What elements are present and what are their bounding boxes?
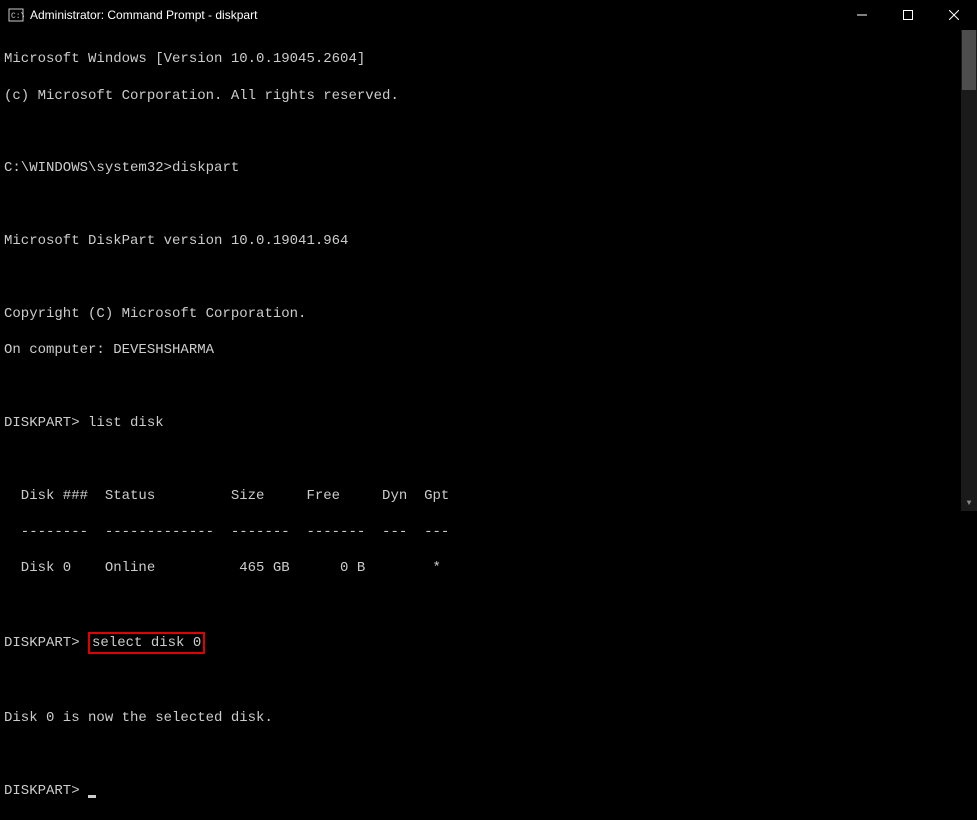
blank-line [4, 596, 973, 614]
prompt-line: C:\WINDOWS\system32>diskpart [4, 159, 973, 177]
blank-line [4, 378, 973, 396]
cursor [88, 795, 96, 798]
blank-line [4, 745, 973, 763]
diskpart-prompt-line: DISKPART> list disk [4, 414, 973, 432]
window-title: Administrator: Command Prompt - diskpart [30, 8, 839, 22]
diskpart-prompt-line: DISKPART> [4, 782, 973, 800]
prompt-path: C:\WINDOWS\system32> [4, 160, 172, 176]
blank-line [4, 123, 973, 141]
table-header: Disk ### Status Size Free Dyn Gpt [4, 487, 973, 505]
scroll-thumb[interactable] [962, 30, 976, 90]
titlebar: C:\ Administrator: Command Prompt - disk… [0, 0, 977, 30]
vertical-scrollbar[interactable]: ▲ ▼ [961, 30, 977, 511]
diskpart-copyright: Copyright (C) Microsoft Corporation. [4, 305, 973, 323]
computer-name: On computer: DEVESHSHARMA [4, 341, 973, 359]
command-text: list disk [88, 415, 164, 431]
copyright-line: (c) Microsoft Corporation. All rights re… [4, 87, 973, 105]
table-row: Disk 0 Online 465 GB 0 B * [4, 559, 973, 577]
window-controls [839, 0, 977, 30]
diskpart-prompt: DISKPART> [4, 783, 88, 799]
diskpart-version: Microsoft DiskPart version 10.0.19041.96… [4, 232, 973, 250]
svg-text:C:\: C:\ [11, 12, 24, 21]
diskpart-prompt: DISKPART> [4, 635, 88, 651]
version-line: Microsoft Windows [Version 10.0.19045.26… [4, 50, 973, 68]
diskpart-prompt: DISKPART> [4, 415, 88, 431]
maximize-button[interactable] [885, 0, 931, 30]
blank-line [4, 450, 973, 468]
scroll-down-arrow-icon[interactable]: ▼ [961, 495, 977, 511]
result-line: Disk 0 is now the selected disk. [4, 709, 973, 727]
terminal-output[interactable]: Microsoft Windows [Version 10.0.19045.26… [0, 30, 977, 820]
command-text: diskpart [172, 160, 239, 176]
table-separator: -------- ------------- ------- ------- -… [4, 523, 973, 541]
blank-line [4, 673, 973, 691]
diskpart-prompt-line: DISKPART> select disk 0 [4, 632, 973, 654]
blank-line [4, 268, 973, 286]
close-button[interactable] [931, 0, 977, 30]
highlighted-command: select disk 0 [88, 632, 205, 654]
minimize-button[interactable] [839, 0, 885, 30]
blank-line [4, 196, 973, 214]
cmd-icon: C:\ [8, 7, 24, 23]
